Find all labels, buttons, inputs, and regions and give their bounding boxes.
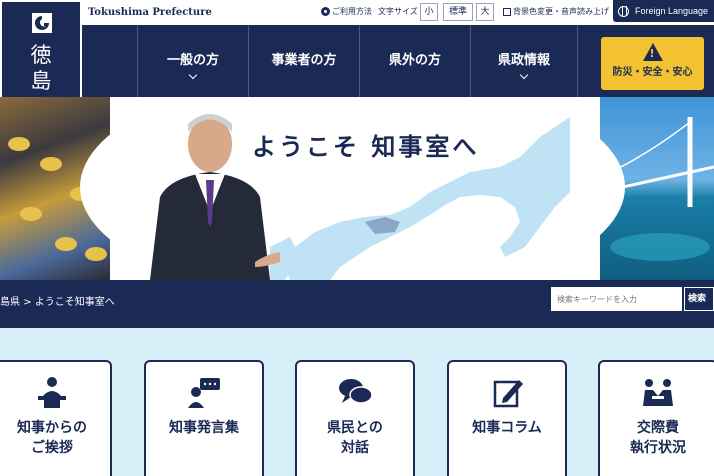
card-dialogue[interactable]: 県民との 対話 (295, 360, 415, 476)
font-size-label: 文字サイズ (378, 7, 418, 16)
japan-map-illustration (270, 97, 570, 280)
help-icon (321, 7, 330, 16)
chat-bubbles-icon (339, 379, 373, 404)
nav-item-label: 事業者の方 (271, 53, 337, 68)
help-link[interactable]: ご利用方法 (321, 6, 372, 17)
breadcrumb-bar: 島県 > ようこそ知事室へ 検索 (0, 280, 714, 328)
hero-title: ようこそ 知事室へ (252, 133, 480, 161)
card-greeting[interactable]: 知事からの ご挨拶 (0, 360, 112, 476)
breadcrumb[interactable]: 島県 > ようこそ知事室へ (0, 293, 115, 308)
hero-banner: ようこそ 知事室へ (0, 97, 714, 280)
color-reader-link[interactable]: 背景色変更・音声読み上げ (503, 6, 609, 17)
foreign-language-button[interactable]: Foreign Language (613, 0, 714, 22)
globe-icon (618, 5, 629, 17)
font-size-small-button[interactable]: 小 (420, 3, 438, 21)
nav-item-label: 一般の方 (166, 53, 219, 68)
font-size-large-button[interactable]: 大 (476, 3, 494, 21)
warning-icon (642, 43, 663, 61)
search-button[interactable]: 検索 (684, 287, 714, 311)
card-entertainment-expenses[interactable]: 交際費 執行状況 (598, 360, 714, 476)
chevron-down-icon (188, 70, 198, 80)
brand-name-english: Tokushima Prefecture (88, 7, 212, 18)
card-column[interactable]: 知事コラム (447, 360, 567, 476)
utility-bar: Tokushima Prefecture ご利用方法 文字サイズ 小 標準 大 … (0, 0, 714, 25)
card-label: 交際費 執行状況 (630, 420, 686, 456)
search-input[interactable] (551, 287, 682, 311)
nav-item-label: 県政情報 (497, 53, 550, 68)
disaster-safety-label: 防災・安全・安心 (612, 67, 693, 78)
podium-speaker-icon (38, 377, 66, 408)
color-settings-icon (503, 7, 511, 16)
disaster-safety-button[interactable]: 防災・安全・安心 (601, 37, 704, 90)
card-label: 知事からの ご挨拶 (17, 420, 87, 456)
color-reader-label: 背景色変更・音声読み上げ (513, 7, 609, 16)
card-label: 県民との 対話 (327, 420, 383, 456)
nav-item-general[interactable]: 一般の方 (137, 25, 248, 97)
chevron-down-icon (519, 70, 529, 80)
card-remarks[interactable]: 知事発言集 (144, 360, 264, 476)
prefecture-emblem-icon (32, 13, 52, 33)
help-link-label: ご利用方法 (332, 7, 372, 16)
nav-divider (577, 25, 578, 97)
speech-bubble-person-icon (188, 378, 220, 408)
nav-item-outside-prefecture[interactable]: 県外の方 (359, 25, 470, 97)
font-size-standard-button[interactable]: 標準 (443, 3, 473, 21)
pen-writing-icon (493, 380, 523, 408)
card-label: 知事コラム (472, 420, 542, 436)
foreign-language-label: Foreign Language (635, 6, 709, 16)
nav-item-business[interactable]: 事業者の方 (248, 25, 359, 97)
card-label: 知事発言集 (169, 420, 239, 436)
nav-item-government-info[interactable]: 県政情報 (470, 25, 577, 97)
nav-item-label: 県外の方 (388, 53, 441, 68)
governor-menu-cards: 知事からの ご挨拶 知事発言集 県民との 対話 知事コラム 交際費 執行状況 (0, 328, 714, 476)
meeting-people-icon (643, 379, 673, 406)
